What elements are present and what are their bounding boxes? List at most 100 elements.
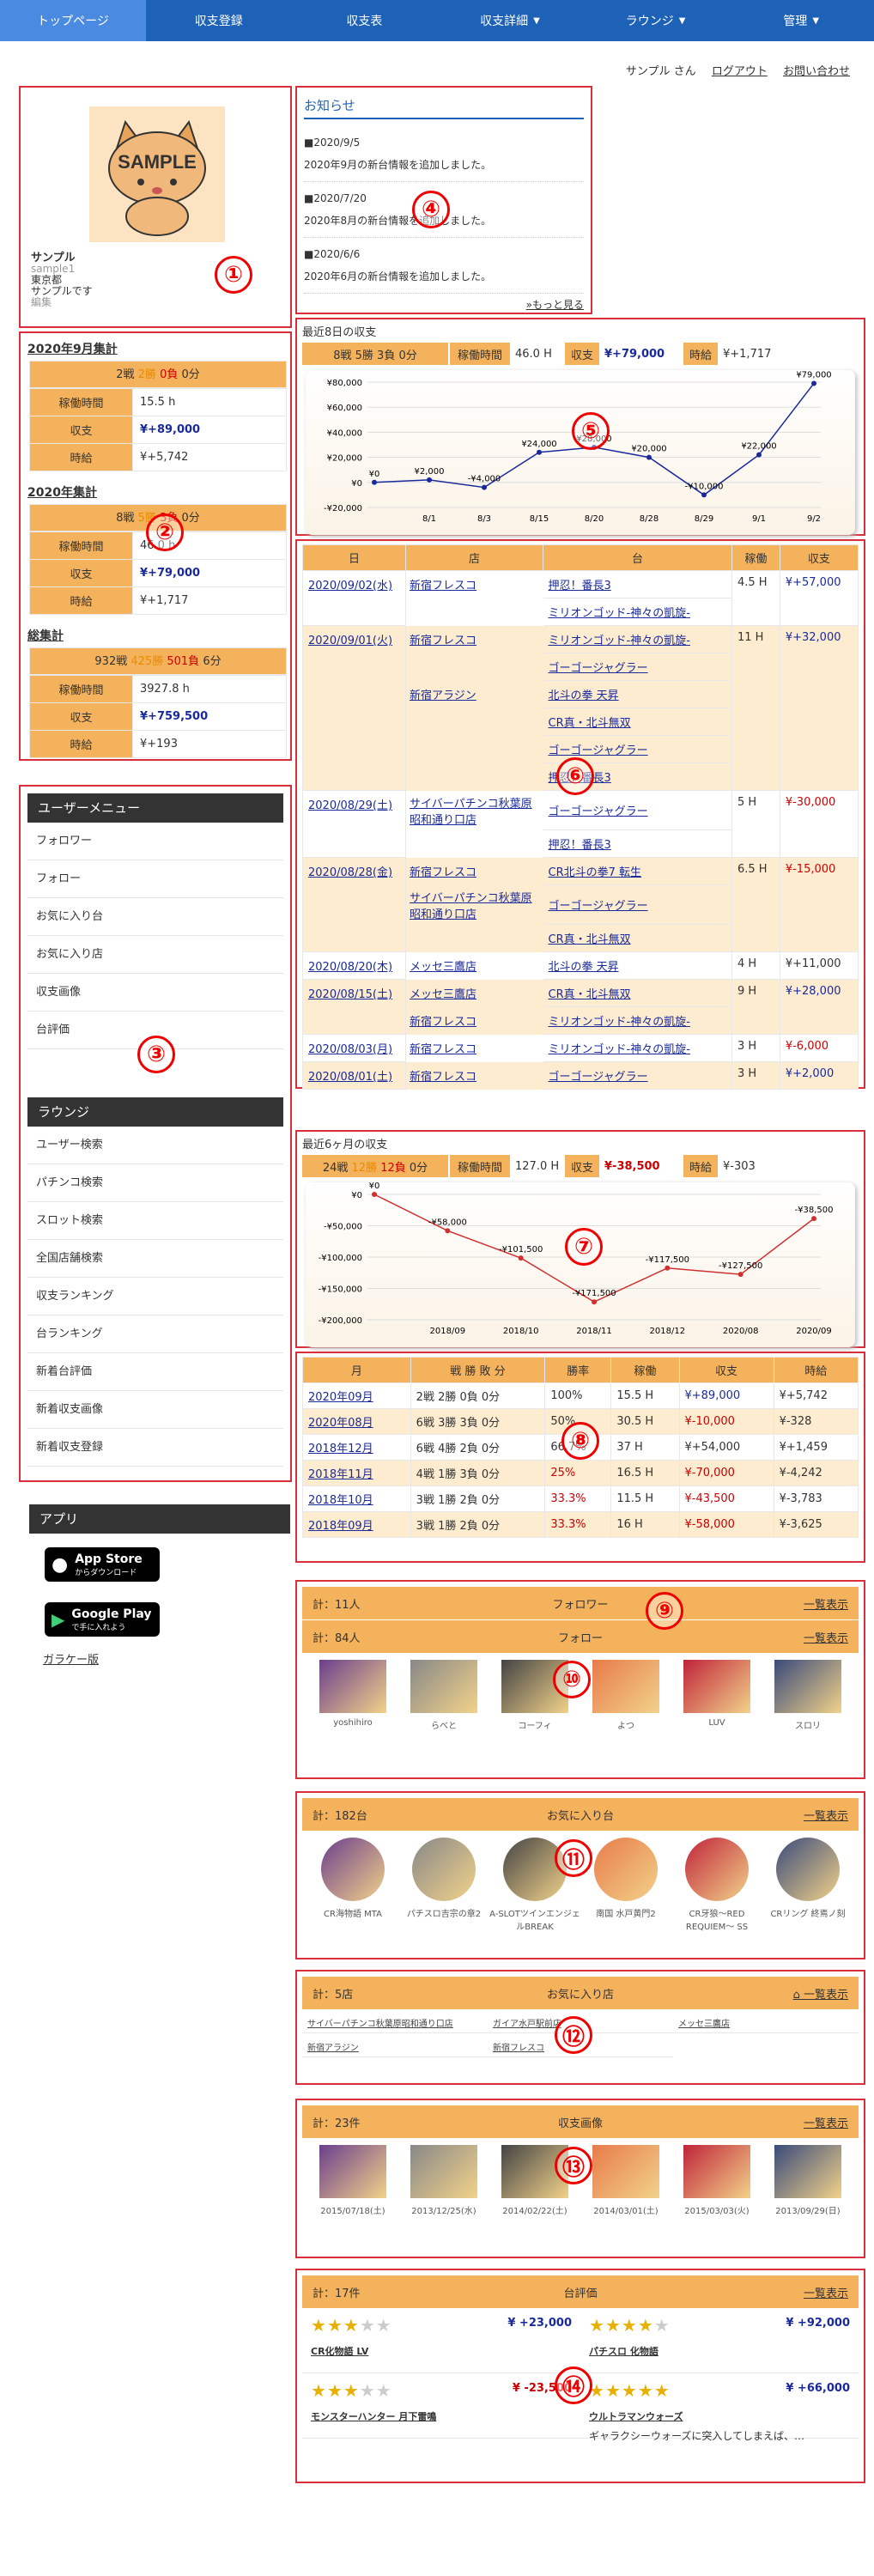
store-cell[interactable] bbox=[405, 924, 543, 952]
contact-link[interactable]: お問い合わせ bbox=[783, 65, 850, 78]
menu-item[interactable]: ユーザー検索 bbox=[27, 1127, 283, 1164]
data-point[interactable] bbox=[427, 477, 432, 483]
date-link[interactable]: 2020/08/28(金) bbox=[302, 857, 406, 952]
images-list-link[interactable]: 一覧表示 bbox=[804, 2114, 848, 2130]
machine-link[interactable]: ミリオンゴッド-神々の凱旋- bbox=[543, 1034, 732, 1062]
date-link[interactable]: 2020/08/15(土) bbox=[302, 979, 406, 1035]
store-link[interactable]: メッセ三鷹店 bbox=[673, 2009, 859, 2033]
review-machine-link[interactable]: CR化物語 LV bbox=[311, 2344, 572, 2358]
menu-item[interactable]: 全国店舗検索 bbox=[27, 1240, 283, 1278]
menu-item[interactable]: パチンコ検索 bbox=[27, 1164, 283, 1202]
menu-item[interactable]: フォロワー bbox=[27, 823, 283, 860]
store-cell[interactable]: メッセ三鷹店 bbox=[405, 951, 543, 980]
nav-top-page[interactable]: トップページ bbox=[0, 0, 146, 41]
machine-link[interactable]: ゴーゴージャグラー bbox=[543, 653, 732, 681]
machine-link[interactable]: ゴーゴージャグラー bbox=[543, 884, 732, 925]
nav-balance-table[interactable]: 収支表 bbox=[292, 0, 438, 41]
thumb-item[interactable]: よつ bbox=[580, 1660, 671, 1731]
thumb-item[interactable]: パチスロ吉宗の章2 bbox=[398, 1838, 489, 1932]
feature-phone-link[interactable]: ガラケー版 bbox=[43, 1650, 290, 1667]
review-machine-link[interactable]: ウルトラマンウォーズ bbox=[589, 2409, 850, 2423]
menu-item[interactable]: お気に入り店 bbox=[27, 936, 283, 974]
store-cell[interactable]: 新宿アラジン bbox=[405, 680, 543, 708]
machine-link[interactable]: CR北斗の拳7 転生 bbox=[543, 857, 732, 885]
store-cell[interactable] bbox=[405, 653, 543, 681]
machine-link[interactable]: CR真・北斗無双 bbox=[543, 708, 732, 736]
store-cell[interactable] bbox=[405, 598, 543, 626]
date-link[interactable]: 2020/08/29(土) bbox=[302, 790, 406, 858]
thumb-item[interactable]: 2013/09/29(日) bbox=[762, 2145, 853, 2216]
thumb-item[interactable]: 2013/12/25(水) bbox=[398, 2145, 489, 2216]
date-link[interactable]: 2020/09/02(水) bbox=[302, 570, 406, 626]
store-cell[interactable]: 新宿フレスコ bbox=[405, 625, 543, 653]
month-link[interactable]: 2018年09月 bbox=[302, 1511, 411, 1538]
date-link[interactable]: 2020/09/01(火) bbox=[302, 625, 406, 791]
appstore-badge[interactable]: ● App Store からダウンロード bbox=[45, 1547, 160, 1582]
menu-item[interactable]: お気に入り台 bbox=[27, 898, 283, 936]
menu-item[interactable]: フォロー bbox=[27, 860, 283, 898]
machine-link[interactable]: 北斗の拳 天昇 bbox=[543, 951, 732, 980]
follows-list-link[interactable]: 一覧表示 bbox=[804, 1629, 848, 1645]
data-point[interactable] bbox=[665, 1265, 671, 1271]
machine-link[interactable]: ゴーゴージャグラー bbox=[543, 1061, 732, 1090]
notice-text[interactable]: 2020年6月の新台情報を追加しました。 bbox=[304, 265, 584, 288]
review-machine-link[interactable]: パチスロ 化物語 bbox=[589, 2344, 850, 2358]
data-point[interactable] bbox=[701, 492, 707, 498]
store-cell[interactable]: 新宿フレスコ bbox=[405, 1006, 543, 1035]
nav-details[interactable]: 収支詳細 ▼ bbox=[437, 0, 583, 41]
store-cell[interactable]: 新宿フレスコ bbox=[405, 857, 543, 885]
menu-item[interactable]: 新着台評価 bbox=[27, 1353, 283, 1391]
date-link[interactable]: 2020/08/03(月) bbox=[302, 1034, 406, 1062]
data-point[interactable] bbox=[518, 1255, 524, 1261]
store-link[interactable]: サイバーパチンコ秋葉原昭和通り口店 bbox=[302, 2009, 488, 2033]
store-cell[interactable]: サイバーパチンコ秋葉原昭和通り口店 bbox=[405, 884, 543, 925]
menu-item[interactable]: 収支ランキング bbox=[27, 1278, 283, 1315]
thumb-item[interactable]: 南国 水戸黄門2 bbox=[580, 1838, 671, 1932]
followers-list-link[interactable]: 一覧表示 bbox=[804, 1595, 848, 1612]
data-point[interactable] bbox=[445, 1228, 451, 1234]
logout-link[interactable]: ログアウト bbox=[712, 65, 768, 78]
store-cell[interactable]: サイバーパチンコ秋葉原昭和通り口店 bbox=[405, 790, 543, 830]
store-cell[interactable]: 新宿フレスコ bbox=[405, 1061, 543, 1090]
googleplay-badge[interactable]: ▶ Google Play で手に入れよう bbox=[45, 1602, 160, 1637]
machine-link[interactable]: 押忍！番長3 bbox=[543, 829, 732, 858]
machine-link[interactable]: ミリオンゴッド-神々の凱旋- bbox=[543, 1006, 732, 1035]
thumb-item[interactable]: スロリ bbox=[762, 1660, 853, 1731]
thumb-item[interactable]: CR牙狼〜RED REQUIEM〜 SS bbox=[671, 1838, 762, 1932]
store-cell[interactable] bbox=[405, 735, 543, 763]
menu-item[interactable]: 新着収支登録 bbox=[27, 1429, 283, 1467]
store-cell[interactable]: 新宿フレスコ bbox=[405, 1034, 543, 1062]
machine-link[interactable]: ミリオンゴッド-神々の凱旋- bbox=[543, 598, 732, 626]
menu-item[interactable]: 収支画像 bbox=[27, 974, 283, 1012]
date-link[interactable]: 2020/08/01(土) bbox=[302, 1061, 406, 1090]
machine-link[interactable]: ゴーゴージャグラー bbox=[543, 790, 732, 830]
nav-admin[interactable]: 管理 ▼ bbox=[728, 0, 874, 41]
thumb-item[interactable]: yoshihiro bbox=[307, 1660, 398, 1731]
machine-link[interactable]: 北斗の拳 天昇 bbox=[543, 680, 732, 708]
menu-item[interactable]: 新着収支画像 bbox=[27, 1391, 283, 1429]
thumb-item[interactable]: 2014/03/01(土) bbox=[580, 2145, 671, 2216]
month-link[interactable]: 2018年12月 bbox=[302, 1434, 411, 1461]
data-point[interactable] bbox=[372, 1192, 377, 1197]
machine-link[interactable]: CR真・北斗無双 bbox=[543, 979, 732, 1007]
profile-edit-link[interactable]: 編集 bbox=[31, 297, 93, 308]
notice-more-link[interactable]: »もっと見る bbox=[304, 297, 584, 312]
thumb-item[interactable]: CRリング 終焉ノ刻 bbox=[762, 1838, 853, 1932]
data-point[interactable] bbox=[646, 454, 652, 460]
avatar[interactable]: SAMPLE bbox=[89, 106, 225, 242]
store-cell[interactable] bbox=[405, 762, 543, 791]
nav-lounge[interactable]: ラウンジ ▼ bbox=[583, 0, 729, 41]
month-link[interactable]: 2020年09月 bbox=[302, 1382, 411, 1409]
store-cell[interactable] bbox=[405, 708, 543, 736]
machine-link[interactable]: ミリオンゴッド-神々の凱旋- bbox=[543, 625, 732, 653]
machine-link[interactable]: CR真・北斗無双 bbox=[543, 924, 732, 952]
fav-stores-list-link[interactable]: ⌂ 一覧表示 bbox=[793, 1985, 848, 2002]
date-link[interactable]: 2020/08/20(木) bbox=[302, 951, 406, 980]
review-item[interactable]: ★★★★★ ¥ +92,000 パチスロ 化物語 bbox=[580, 2308, 859, 2373]
data-point[interactable] bbox=[372, 479, 377, 485]
data-point[interactable] bbox=[737, 1272, 744, 1278]
review-item[interactable]: ★★★★★ ¥ -23,500 モンスターハンター 月下雷鳴 bbox=[302, 2373, 580, 2439]
thumb-item[interactable]: 2015/03/03(火) bbox=[671, 2145, 762, 2216]
menu-item[interactable]: 台ランキング bbox=[27, 1315, 283, 1353]
thumb-item[interactable]: らべと bbox=[398, 1660, 489, 1731]
